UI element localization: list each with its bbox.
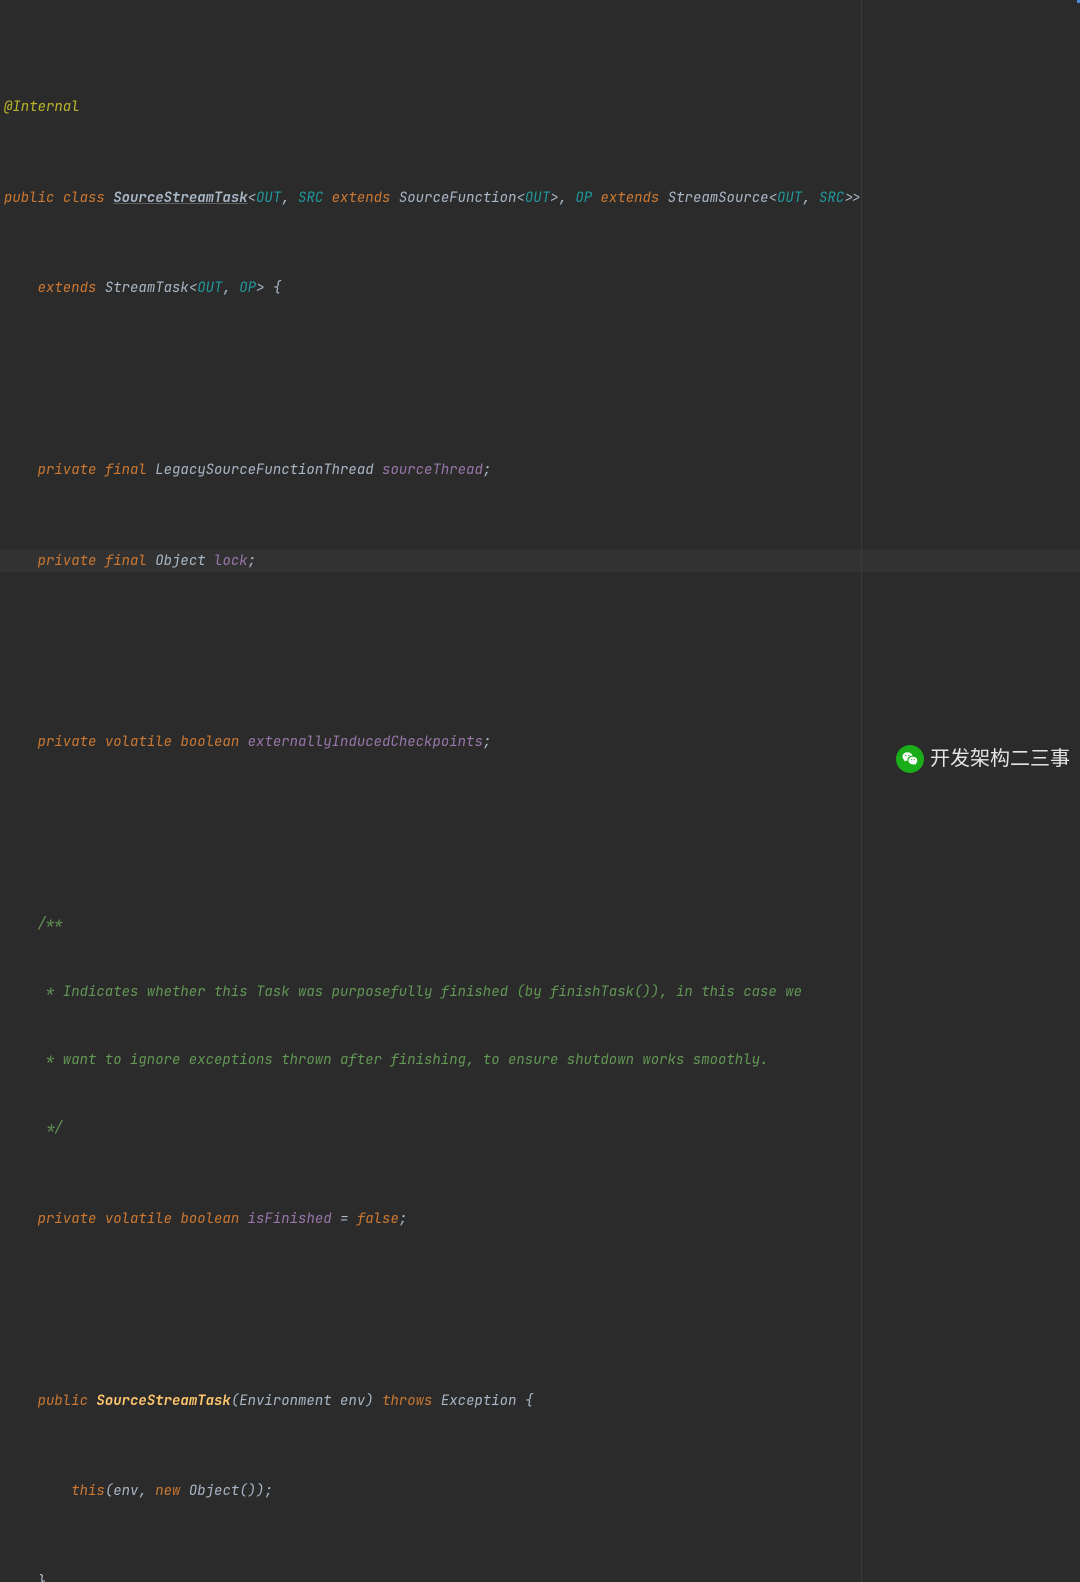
code-editor[interactable]: @Internal public class SourceStreamTask<… [0,0,1080,1582]
field-isFinished: isFinished [248,1210,332,1228]
field-externallyInducedCheckpoints: externallyInducedCheckpoints [248,733,483,751]
field-sourceThread: sourceThread [382,461,483,479]
class-name[interactable]: SourceStreamTask [113,189,247,207]
annotation-internal: @Internal [4,98,80,116]
field-lock: lock [214,552,248,570]
wechat-watermark: 开发架构二三事 [896,745,1070,773]
wechat-icon [896,745,924,773]
javadoc-open: /** [38,915,63,933]
ctor-1: SourceStreamTask [96,1392,230,1410]
right-margin-guide [861,0,862,1582]
watermark-text: 开发架构二三事 [930,748,1070,771]
